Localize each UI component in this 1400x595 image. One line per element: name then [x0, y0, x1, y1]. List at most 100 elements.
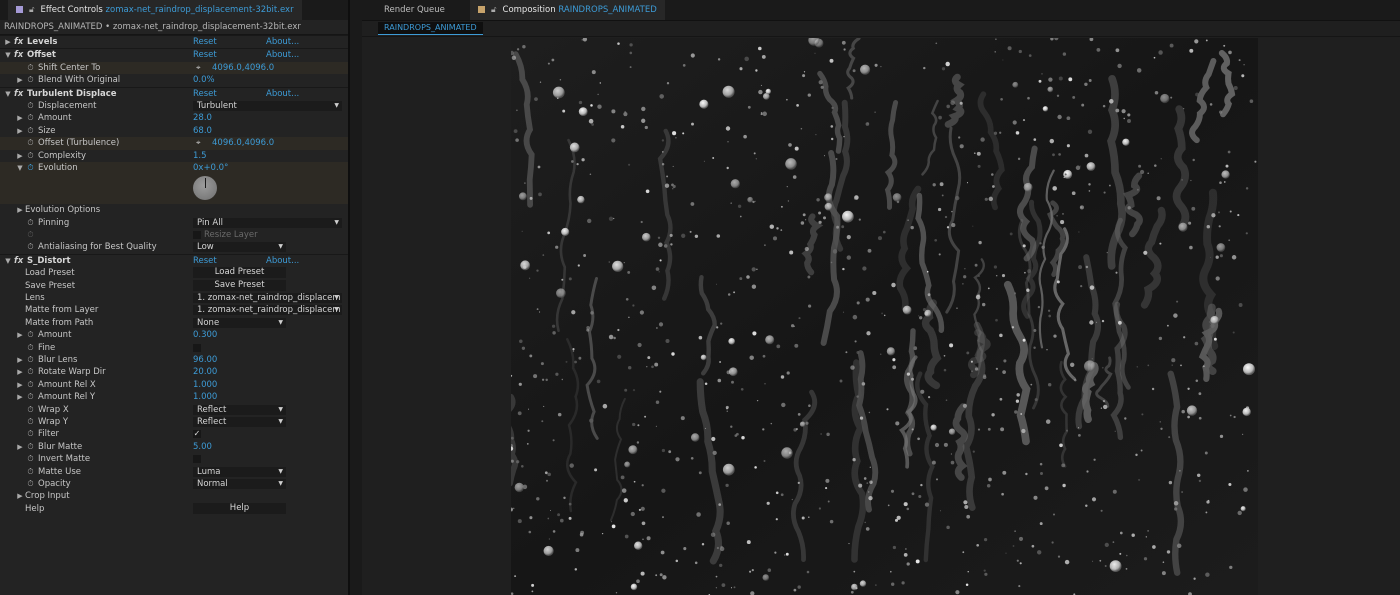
angle-dial[interactable]	[193, 176, 217, 201]
stopwatch-icon[interactable]: ⏱	[26, 441, 35, 453]
property-shift-center[interactable]: ⏱ Shift Center To ⌖ 4096.0,4096.0	[0, 61, 348, 75]
stopwatch-icon[interactable]: ⏱	[26, 478, 35, 490]
reset-button[interactable]: Reset	[193, 88, 217, 100]
collapse-triangle-icon[interactable]: ▼	[4, 255, 12, 267]
filter-checkbox[interactable]: ✓	[193, 430, 201, 439]
matte-from-layer-dropdown[interactable]: 1. zomax-net_raindrop_displacem ▼	[193, 305, 342, 316]
property-value[interactable]: 0.300	[193, 329, 217, 341]
wrap-x-dropdown[interactable]: Reflect ▼	[193, 404, 286, 415]
fx-icon[interactable]: fx	[14, 255, 23, 267]
property-complexity[interactable]: ▶ ⏱ Complexity 1.5	[0, 150, 348, 162]
reset-button[interactable]: Reset	[193, 255, 217, 267]
lens-dropdown[interactable]: 1. zomax-net_raindrop_displacem ▼	[193, 293, 342, 304]
about-button[interactable]: About...	[266, 36, 299, 48]
collapse-triangle-icon[interactable]: ▼	[4, 88, 12, 100]
effect-row-levels[interactable]: ▶ fx Levels Reset About...	[0, 35, 348, 48]
stopwatch-icon[interactable]: ⏱	[26, 466, 35, 478]
stopwatch-icon[interactable]: ⏱	[26, 162, 35, 174]
property-wrap-x[interactable]: ⏱ Wrap X Reflect ▼	[0, 404, 348, 416]
stopwatch-icon[interactable]: ⏱	[26, 74, 35, 86]
displacement-dropdown[interactable]: Turbulent ▼	[193, 100, 342, 111]
composition-viewer[interactable]	[511, 38, 1258, 595]
fx-icon[interactable]: fx	[14, 36, 23, 48]
expand-triangle-icon[interactable]: ▶	[16, 74, 24, 86]
property-fine[interactable]: ⏱ Fine	[0, 342, 348, 354]
property-value[interactable]: 68.0	[193, 125, 212, 137]
property-evolution[interactable]: ▼ ⏱ Evolution 0x+0.0°	[0, 161, 348, 175]
property-value[interactable]: 1.000	[193, 391, 217, 403]
crosshair-icon[interactable]: ⌖	[196, 62, 201, 74]
fx-icon[interactable]: fx	[14, 49, 23, 61]
stopwatch-icon[interactable]: ⏱	[26, 100, 35, 112]
property-crop-input[interactable]: ▶ Crop Input	[0, 490, 348, 502]
property-offset-turbulence[interactable]: ⏱ Offset (Turbulence) ⌖ 4096.0,4096.0	[0, 137, 348, 150]
invert-matte-checkbox[interactable]	[193, 455, 201, 464]
property-amount-rel-x[interactable]: ▶ ⏱ Amount Rel X 1.000	[0, 379, 348, 391]
collapse-triangle-icon[interactable]: ▼	[16, 162, 24, 174]
about-button[interactable]: About...	[266, 255, 299, 267]
stopwatch-icon[interactable]: ⏱	[26, 125, 35, 137]
help-button[interactable]: Help	[193, 502, 286, 514]
property-value[interactable]: 28.0	[193, 112, 212, 124]
property-displacement[interactable]: ⏱ Displacement Turbulent ▼	[0, 100, 348, 112]
fx-icon[interactable]: fx	[14, 88, 23, 100]
stopwatch-icon[interactable]: ⏱	[26, 428, 35, 440]
property-opacity[interactable]: ⏱ Opacity Normal ▼	[0, 478, 348, 490]
expand-triangle-icon[interactable]: ▶	[16, 490, 24, 502]
property-matte-from-path[interactable]: Matte from Path None ▼	[0, 317, 348, 329]
expand-triangle-icon[interactable]: ▶	[16, 329, 24, 341]
stopwatch-icon[interactable]: ⏱	[26, 416, 35, 428]
tab-composition[interactable]: 🔓︎ Composition RAINDROPS_ANIMATED	[470, 0, 665, 20]
effect-row-offset[interactable]: ▼ fx Offset Reset About...	[0, 48, 348, 61]
stopwatch-icon[interactable]: ⏱	[26, 354, 35, 366]
about-button[interactable]: About...	[266, 49, 299, 61]
crosshair-icon[interactable]: ⌖	[196, 137, 201, 149]
property-value[interactable]: 5.00	[193, 441, 212, 453]
stopwatch-icon[interactable]: ⏱	[26, 342, 35, 354]
fine-checkbox[interactable]	[193, 343, 201, 352]
property-value[interactable]: 1.000	[193, 379, 217, 391]
load-preset-button[interactable]: Load Preset	[193, 267, 286, 279]
stopwatch-icon[interactable]: ⏱	[26, 329, 35, 341]
stopwatch-icon[interactable]: ⏱	[26, 391, 35, 403]
property-blend-with-original[interactable]: ▶ ⏱ Blend With Original 0.0%	[0, 74, 348, 86]
property-blur-lens[interactable]: ▶ ⏱ Blur Lens 96.00	[0, 354, 348, 366]
property-rotate-warp-dir[interactable]: ▶ ⏱ Rotate Warp Dir 20.00	[0, 366, 348, 378]
property-value[interactable]: 4096.0,4096.0	[212, 62, 274, 74]
about-button[interactable]: About...	[266, 88, 299, 100]
property-matte-use[interactable]: ⏱ Matte Use Luma ▼	[0, 466, 348, 478]
expand-triangle-icon[interactable]: ▶	[4, 36, 12, 48]
reset-button[interactable]: Reset	[193, 36, 217, 48]
property-amount-rel-y[interactable]: ▶ ⏱ Amount Rel Y 1.000	[0, 391, 348, 403]
property-value[interactable]: 96.00	[193, 354, 217, 366]
tab-effect-controls[interactable]: 🔓︎ Effect Controls zomax-net_raindrop_dis…	[8, 0, 302, 20]
property-value[interactable]: 4096.0,4096.0	[212, 137, 274, 149]
effect-row-s-distort[interactable]: ▼ fx S_Distort Reset About...	[0, 253, 348, 267]
property-resize-layer[interactable]: ⏱ Resize Layer	[0, 229, 348, 241]
expand-triangle-icon[interactable]: ▶	[16, 112, 24, 124]
property-value[interactable]: 0x+0.0°	[193, 162, 228, 174]
stopwatch-icon[interactable]: ⏱	[26, 241, 35, 253]
property-value[interactable]: 1.5	[193, 150, 207, 162]
stopwatch-icon[interactable]: ⏱	[26, 112, 35, 124]
opacity-dropdown[interactable]: Normal ▼	[193, 478, 286, 489]
property-size[interactable]: ▶ ⏱ Size 68.0	[0, 125, 348, 137]
expand-triangle-icon[interactable]: ▶	[16, 204, 24, 216]
property-antialiasing[interactable]: ⏱ Antialiasing for Best Quality Low ▼	[0, 241, 348, 253]
property-matte-from-layer[interactable]: Matte from Layer 1. zomax-net_raindrop_d…	[0, 304, 348, 316]
expand-triangle-icon[interactable]: ▶	[16, 354, 24, 366]
property-sd-amount[interactable]: ▶ ⏱ Amount 0.300	[0, 329, 348, 341]
pinning-dropdown[interactable]: Pin All ▼	[193, 217, 342, 228]
save-preset-button[interactable]: Save Preset	[193, 279, 286, 291]
property-pinning[interactable]: ⏱ Pinning Pin All ▼	[0, 217, 348, 229]
tab-render-queue[interactable]: Render Queue	[376, 0, 453, 20]
property-wrap-y[interactable]: ⏱ Wrap Y Reflect ▼	[0, 416, 348, 428]
panel-divider[interactable]	[348, 0, 362, 595]
property-evolution-options[interactable]: ▶ Evolution Options	[0, 204, 348, 216]
matte-use-dropdown[interactable]: Luma ▼	[193, 466, 286, 477]
effect-row-turbulent-displace[interactable]: ▼ fx Turbulent Displace Reset About...	[0, 86, 348, 100]
stopwatch-icon[interactable]: ⏱	[26, 62, 35, 74]
property-value[interactable]: 20.00	[193, 366, 217, 378]
stopwatch-icon[interactable]: ⏱	[26, 453, 35, 465]
stopwatch-icon[interactable]: ⏱	[26, 137, 35, 149]
